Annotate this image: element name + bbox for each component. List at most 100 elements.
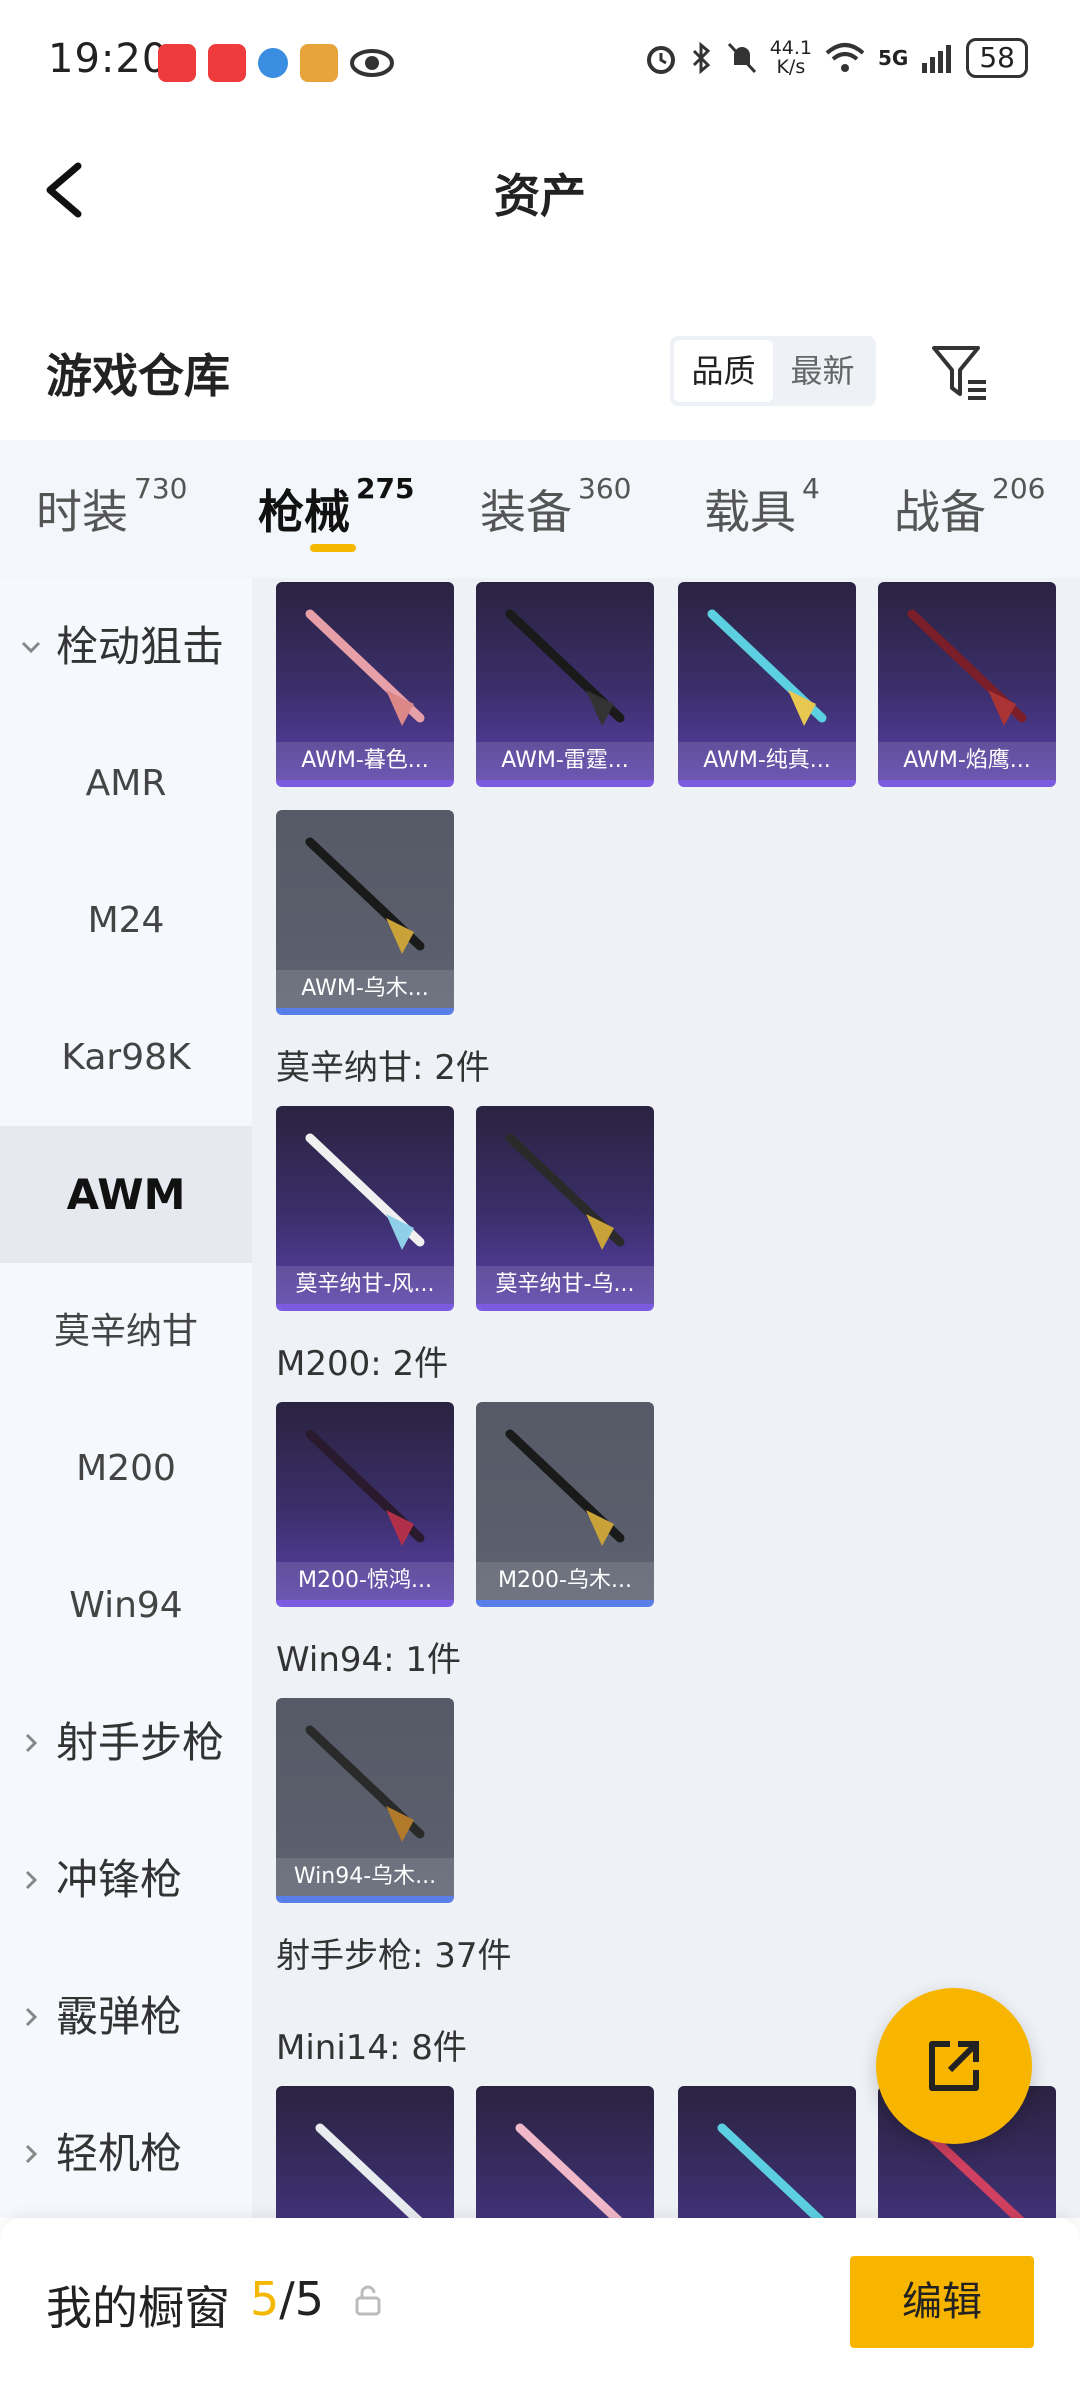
- weapon-card[interactable]: [276, 2086, 454, 2218]
- sidebar-item-shotgun[interactable]: 霰弹枪: [0, 1948, 252, 2085]
- tab-label: 时装: [36, 485, 128, 539]
- page-header: 资产: [0, 120, 1080, 250]
- rifle-image-icon: [505, 1429, 625, 1546]
- sidebar-item-m24[interactable]: M24: [0, 852, 252, 989]
- page-title: 资产: [494, 169, 586, 223]
- tab-label: 枪械: [258, 485, 350, 539]
- rifle-image-icon: [907, 609, 1027, 726]
- weapon-card[interactable]: [476, 2086, 654, 2218]
- showcase-count-current: 5: [250, 2272, 280, 2326]
- sidebar-item-kar98k[interactable]: Kar98K: [0, 989, 252, 1126]
- filter-icon[interactable]: [930, 342, 990, 402]
- app-notification-icon: [208, 44, 246, 82]
- rifle-image-icon: [305, 1133, 425, 1250]
- chevron-right-icon: [25, 2007, 38, 2027]
- share-button[interactable]: [876, 1988, 1032, 2144]
- weapon-card-label: 莫辛纳甘-风...: [276, 1266, 454, 1304]
- tab-supplies[interactable]: 战备 206: [894, 472, 1045, 542]
- warehouse-title: 游戏仓库: [46, 349, 230, 403]
- weapon-card-label: AWM-焰鹰...: [878, 742, 1056, 780]
- rifle-image-icon: [305, 1429, 425, 1546]
- status-app-icons: [158, 44, 394, 82]
- weapon-sidebar: 栓动狙击 AMR M24 Kar98K AWM 莫辛纳甘 M200 Win94 …: [0, 578, 252, 2218]
- weapon-card-label: AWM-雷霆...: [476, 742, 654, 780]
- weapon-card[interactable]: AWM-暮色...: [276, 582, 454, 787]
- weapon-card[interactable]: 莫辛纳甘-风...: [276, 1106, 454, 1311]
- chevron-down-icon: [21, 641, 41, 654]
- tab-count: 275: [356, 472, 415, 505]
- group-title-win94: Win94: 1件: [276, 1640, 462, 1680]
- weapon-card[interactable]: AWM-乌木...: [276, 810, 454, 1015]
- category-tabs: 时装 730 枪械 275 装备 360 载具 4 战备 206: [0, 440, 1080, 578]
- showcase-count-total: /5: [279, 2272, 325, 2326]
- app-notification-icon: [300, 44, 338, 82]
- chevron-right-icon: [25, 1870, 38, 1890]
- sidebar-item-bolt-action[interactable]: 栓动狙击: [0, 578, 252, 715]
- bluetooth-icon: [692, 41, 710, 75]
- weapon-card-label: M200-惊鸿...: [276, 1562, 454, 1600]
- sort-option-quality[interactable]: 品质: [674, 340, 773, 402]
- edit-button[interactable]: 编辑: [850, 2256, 1034, 2348]
- weapon-card-label: AWM-纯真...: [678, 742, 856, 780]
- tab-fashion[interactable]: 时装 730: [36, 472, 187, 542]
- weapon-card[interactable]: Win94-乌木...: [276, 1698, 454, 1903]
- weapon-grid: AWM-暮色... AWM-雷霆... AWM-纯真... AWM-焰鹰... …: [252, 578, 1080, 2218]
- net-speed: 44.1 K/s: [770, 39, 812, 77]
- mute-icon: [727, 42, 756, 74]
- sidebar-item-lmg[interactable]: 轻机枪: [0, 2085, 252, 2222]
- weapon-card[interactable]: AWM-焰鹰...: [878, 582, 1056, 787]
- sidebar-item-marksman[interactable]: 射手步枪: [0, 1674, 252, 1811]
- network-type: 5G: [878, 46, 909, 70]
- sort-option-newest[interactable]: 最新: [773, 340, 872, 402]
- group-title-mosin: 莫辛纳甘: 2件: [276, 1048, 490, 1088]
- eye-icon: [350, 49, 394, 77]
- rifle-image-icon: [305, 609, 425, 726]
- sidebar-item-label: M200: [76, 1448, 176, 1489]
- weapon-card[interactable]: AWM-纯真...: [678, 582, 856, 787]
- sidebar-item-label: AWM: [66, 1170, 186, 1219]
- tab-equipment[interactable]: 装备 360: [480, 472, 631, 542]
- active-tab-indicator: [310, 544, 356, 552]
- sidebar-item-label: M24: [87, 900, 165, 941]
- tab-count: 730: [134, 472, 188, 505]
- rifle-image-icon: [505, 1133, 625, 1250]
- sidebar-item-label: 莫辛纳甘: [53, 1311, 198, 1352]
- weapon-card[interactable]: AWM-雷霆...: [476, 582, 654, 787]
- chevron-right-icon: [25, 1733, 38, 1753]
- sidebar-item-label: AMR: [85, 763, 167, 804]
- external-link-icon: [929, 2041, 979, 2091]
- group-title-mini14: Mini14: 8件: [276, 2028, 467, 2068]
- sidebar-item-m200[interactable]: M200: [0, 1400, 252, 1537]
- status-indicators: 44.1 K/s 5G 58: [644, 38, 1028, 78]
- rifle-image-icon: [305, 837, 425, 954]
- status-bar: 19:20 44.1 K/s 5G 58: [0, 0, 1080, 120]
- sidebar-item-smg[interactable]: 冲锋枪: [0, 1811, 252, 1948]
- weapon-card-label: M200-乌木...: [476, 1562, 654, 1600]
- weapon-card-label: AWM-暮色...: [276, 742, 454, 780]
- group-title-marksman: 射手步枪: 37件: [276, 1936, 512, 1976]
- tab-count: 206: [992, 472, 1046, 505]
- tab-count: 4: [802, 472, 820, 505]
- group-title-m200: M200: 2件: [276, 1344, 449, 1384]
- sidebar-item-amr[interactable]: AMR: [0, 715, 252, 852]
- weapon-card[interactable]: M200-乌木...: [476, 1402, 654, 1607]
- tab-guns[interactable]: 枪械 275: [258, 472, 414, 542]
- tab-vehicles[interactable]: 载具 4: [704, 472, 820, 542]
- sidebar-item-awm[interactable]: AWM: [0, 1126, 252, 1263]
- sidebar-item-mosin[interactable]: 莫辛纳甘: [0, 1263, 252, 1400]
- wifi-icon: [825, 43, 865, 72]
- app-notification-icon: [158, 44, 196, 82]
- weapon-card[interactable]: [678, 2086, 856, 2218]
- signal-icon: [922, 45, 952, 73]
- showcase-bar: 我的橱窗 5/5 编辑: [0, 2218, 1080, 2382]
- weapon-card[interactable]: 莫辛纳甘-乌...: [476, 1106, 654, 1311]
- tab-label: 载具: [704, 485, 796, 539]
- weapon-card[interactable]: M200-惊鸿...: [276, 1402, 454, 1607]
- rifle-image-icon: [717, 2123, 825, 2218]
- rifle-image-icon: [305, 1725, 425, 1842]
- battery-indicator: 58: [966, 38, 1028, 78]
- sidebar-item-win94[interactable]: Win94: [0, 1537, 252, 1674]
- tab-label: 装备: [480, 485, 572, 539]
- tab-count: 360: [578, 472, 632, 505]
- weapon-card-label: Win94-乌木...: [276, 1858, 454, 1896]
